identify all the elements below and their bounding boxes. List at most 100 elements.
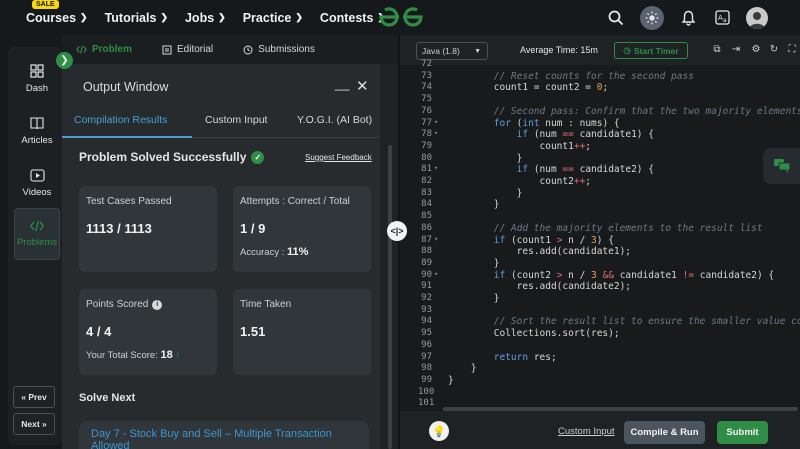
language-select[interactable]: Java (1.8) ▼ (416, 42, 488, 60)
line-number: 76 (421, 105, 432, 116)
code-line[interactable]: 96 (400, 340, 800, 352)
fold-arrow-icon[interactable]: ▾ (434, 270, 438, 278)
bell-icon[interactable] (678, 8, 698, 28)
code-text: } (448, 152, 523, 164)
code-line[interactable]: 88 res.add(candidate1); (400, 246, 800, 258)
tab-label: Problem (92, 44, 133, 55)
book-icon (30, 117, 44, 130)
search-icon[interactable] (606, 8, 626, 28)
nav-contests[interactable]: Contests ❯ (320, 11, 385, 25)
code-line[interactable]: 81 ▾ if (num == candidate2) { (400, 164, 800, 176)
lightbulb-icon[interactable]: 💡 (429, 421, 449, 441)
code-text: // Reset counts for the second pass (448, 70, 694, 82)
rail-item-videos[interactable]: Videos (14, 160, 60, 206)
accuracy: Accuracy : 11% (240, 246, 364, 258)
editorial-icon (162, 45, 172, 54)
line-number: 87 (421, 234, 432, 245)
timer-icon: ◷ (623, 45, 631, 55)
code-line[interactable]: 80 } (400, 153, 800, 165)
fold-arrow-icon[interactable]: ▾ (434, 235, 438, 243)
code-line[interactable]: 73 // Reset counts for the second pass (400, 71, 800, 83)
code-line[interactable]: 84 } (400, 199, 800, 211)
nav-jobs[interactable]: Jobs ❯ (185, 11, 226, 25)
code-line[interactable]: 90 ▾ if (count2 > n / 3 && candidate1 != … (400, 270, 800, 282)
code-line[interactable]: 83 } (400, 188, 800, 200)
code-line[interactable]: 93 (400, 305, 800, 317)
code-line[interactable]: 92 } (400, 293, 800, 305)
code-line[interactable]: 82 count2++; (400, 176, 800, 188)
code-line[interactable]: 79 count1++; (400, 141, 800, 153)
chat-icon[interactable] (763, 148, 800, 184)
fold-arrow-icon[interactable]: ▾ (434, 129, 438, 137)
code-line[interactable]: 74 count1 = count2 = 0; (400, 82, 800, 94)
minimize-icon[interactable]: __ (335, 76, 349, 91)
close-icon[interactable]: ✕ (356, 77, 369, 95)
tab-editorial[interactable]: Editorial (162, 44, 213, 55)
gfg-logo[interactable] (378, 6, 424, 28)
code-line[interactable]: 87 ▾ if (count1 > n / 3) { (400, 235, 800, 247)
output-scrollbar[interactable] (388, 145, 392, 449)
points-card: Points Scored i 4 / 4 Your Total Score: … (79, 289, 217, 375)
custom-input-link[interactable]: Custom Input (558, 426, 615, 437)
card-label: Time Taken (240, 299, 292, 310)
code-line[interactable]: 86 // Add the majority elements to the r… (400, 223, 800, 235)
code-icon (76, 45, 87, 54)
nav-practice[interactable]: Practice ❯ (243, 11, 303, 25)
compile-run-button[interactable]: Compile & Run (624, 421, 705, 444)
code-line[interactable]: 94 // Sort the result list to ensure the… (400, 316, 800, 328)
expand-panel-icon[interactable]: ❯ (56, 52, 73, 69)
chevron-down-icon: ❯ (160, 12, 168, 22)
next-problem-link[interactable]: Day 7 - Stock Buy and Sell – Multiple Tr… (79, 421, 369, 449)
total-score-label: Your Total Score: (86, 350, 158, 361)
code-text: if (num == candidate1) { (516, 129, 654, 141)
submit-button[interactable]: Submit (717, 421, 768, 444)
translate-icon[interactable]: Aa (712, 8, 732, 28)
code-line[interactable]: 91 res.add(candidate2); (400, 281, 800, 293)
card-value: 1113 / 1113 (86, 221, 152, 236)
nav-tutorials[interactable]: Tutorials ❯ (105, 11, 168, 25)
tab-problem[interactable]: Problem (76, 44, 132, 55)
code-line[interactable]: 72 (400, 59, 800, 71)
code-line[interactable]: 100 (400, 387, 800, 399)
tab-custom-input[interactable]: Custom Input (205, 114, 267, 126)
code-line[interactable]: 99} (400, 375, 800, 387)
rail-item-problems[interactable]: Problems (14, 208, 60, 260)
card-value: 1 / 9 (240, 221, 266, 236)
nav-courses[interactable]: SALE Courses ❯ (26, 0, 88, 25)
fold-arrow-icon[interactable]: ▾ (434, 164, 438, 172)
chevron-down-icon: ❯ (80, 12, 88, 22)
code-editor[interactable]: 72 73 // Reset counts for the second pass… (400, 59, 800, 411)
output-tabs: Compilation Results Custom Input Y.O.G.I… (62, 110, 380, 138)
avatar[interactable] (746, 6, 768, 29)
settings-icon[interactable]: ⚙ (750, 44, 762, 56)
total-score: Your Total Score: 18 ↑ (86, 349, 210, 361)
theme-toggle-icon[interactable] (640, 5, 664, 30)
code-line[interactable]: 77 ▾ for (int num : nums) { (400, 118, 800, 130)
code-text: if (num == candidate2) { (516, 164, 654, 176)
code-line[interactable]: 98 } (400, 363, 800, 375)
code-line[interactable]: 97 return res; (400, 352, 800, 364)
info-icon[interactable]: i (152, 299, 163, 310)
code-line[interactable]: 75 (400, 94, 800, 106)
code-line[interactable]: 95 Collections.sort(res); (400, 328, 800, 340)
code-line[interactable]: 76 // Second pass: Confirm that the two … (400, 106, 800, 118)
reset-icon[interactable]: ↻ (768, 44, 780, 56)
rail-item-dash[interactable]: Dash (14, 56, 60, 102)
start-timer-button[interactable]: ◷ Start Timer (614, 42, 688, 59)
resize-handle-icon[interactable]: <|> (387, 221, 407, 241)
fullscreen-icon[interactable]: ⛶ (786, 44, 798, 56)
line-number: 72 (421, 59, 432, 69)
tab-submissions[interactable]: Submissions (243, 44, 315, 55)
copy-icon[interactable]: ⧉ (711, 44, 723, 56)
import-icon[interactable]: ⇥ (730, 44, 742, 56)
tab-compilation-results[interactable]: Compilation Results (74, 114, 167, 126)
fold-arrow-icon[interactable]: ▾ (434, 118, 438, 126)
tab-yogi-ai-bot[interactable]: Y.O.G.I. (AI Bot) (297, 114, 372, 126)
suggest-feedback-link[interactable]: Suggest Feedback (305, 153, 372, 162)
code-line[interactable]: 89 } (400, 258, 800, 270)
rail-item-articles[interactable]: Articles (14, 108, 60, 154)
prev-button[interactable]: « Prev (13, 386, 55, 408)
code-line[interactable]: 85 (400, 211, 800, 223)
code-line[interactable]: 78 ▾ if (num == candidate1) { (400, 129, 800, 141)
next-button[interactable]: Next » (13, 413, 55, 435)
